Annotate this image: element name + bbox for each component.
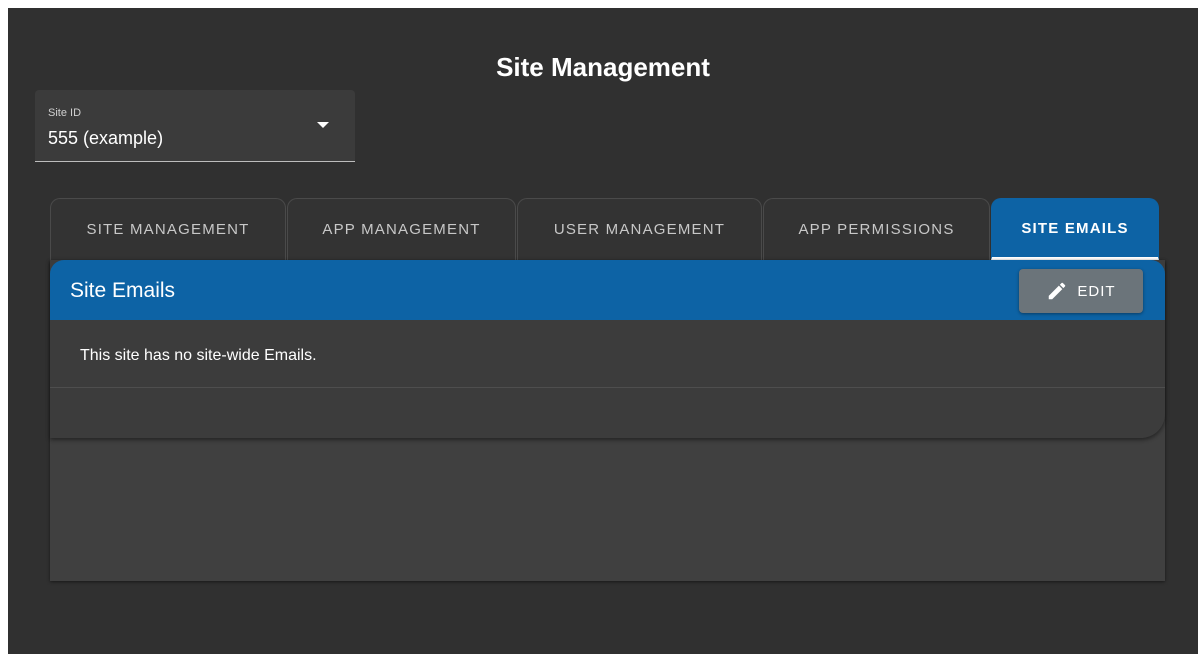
tab-user-management[interactable]: USER MANAGEMENT xyxy=(517,198,762,260)
site-emails-card: Site Emails EDIT This site has no site-w… xyxy=(50,260,1165,438)
tab-app-management[interactable]: APP MANAGEMENT xyxy=(287,198,516,260)
edit-button-label: EDIT xyxy=(1077,282,1116,300)
dropdown-arrow-icon[interactable] xyxy=(317,122,329,128)
tab-panel: Site Emails EDIT This site has no site-w… xyxy=(50,260,1165,581)
pencil-icon xyxy=(1049,282,1066,300)
edit-button[interactable]: EDIT xyxy=(1019,269,1143,313)
app-container: Site Management Site ID 555 (example) SI… xyxy=(8,8,1198,654)
card-body: This site has no site-wide Emails. xyxy=(50,320,1165,388)
site-id-label: Site ID xyxy=(48,107,82,119)
tab-app-permissions[interactable]: APP PERMISSIONS xyxy=(763,198,990,260)
tab-site-management[interactable]: SITE MANAGEMENT xyxy=(50,198,286,260)
page-title: Site Management xyxy=(496,52,710,82)
site-id-select[interactable]: Site ID 555 (example) xyxy=(35,90,355,162)
card-header: Site Emails EDIT xyxy=(50,260,1165,320)
site-id-value: 555 (example) xyxy=(48,128,164,148)
card-title: Site Emails xyxy=(70,279,176,302)
empty-message: This site has no site-wide Emails. xyxy=(80,347,317,364)
tab-site-emails[interactable]: SITE EMAILS xyxy=(991,198,1159,260)
tab-bar: SITE MANAGEMENT APP MANAGEMENT USER MANA… xyxy=(50,198,1160,260)
